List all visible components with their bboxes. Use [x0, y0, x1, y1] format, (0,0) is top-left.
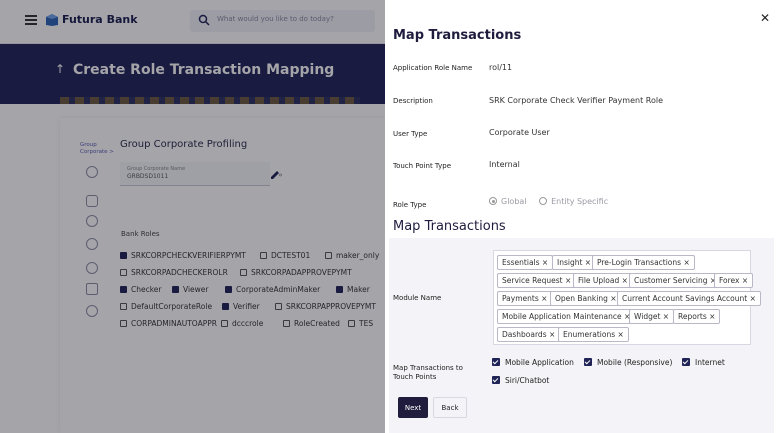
- modal-overlay[interactable]: [0, 0, 385, 433]
- module-tag[interactable]: Essentials ×: [497, 255, 554, 270]
- module-tag[interactable]: Mobile Application Maintenance ×: [497, 309, 636, 324]
- application-role-name-value: rol/11: [489, 63, 513, 72]
- touch-point-checkbox[interactable]: Siri/Chatbot: [492, 376, 549, 385]
- module-tag[interactable]: Pre-Login Transactions ×: [592, 255, 695, 270]
- map-transactions-drawer: ✕ Map Transactions Application Role Name…: [385, 0, 778, 433]
- role-type-label: Role Type: [393, 201, 427, 209]
- user-type-value: Corporate User: [489, 128, 550, 137]
- touch-point-label: Mobile Application: [505, 358, 574, 367]
- user-type-label: User Type: [393, 130, 428, 138]
- radio-global-label: Global: [501, 197, 527, 206]
- module-tag[interactable]: Service Request ×: [497, 273, 577, 288]
- description-label: Description: [393, 97, 433, 105]
- touch-point-type-value: Internal: [489, 160, 520, 169]
- module-tag[interactable]: Forex ×: [714, 273, 754, 288]
- module-tag[interactable]: Widget ×: [629, 309, 675, 324]
- radio-selected-icon: [489, 197, 497, 205]
- touch-point-checkbox[interactable]: Mobile Application: [492, 358, 574, 367]
- role-type-options: Global Entity Specific: [489, 197, 608, 206]
- module-tag[interactable]: Current Account Savings Account ×: [617, 291, 761, 306]
- background-page: Futura Bank What would you like to do to…: [0, 0, 385, 433]
- touch-point-checkbox[interactable]: Mobile (Responsive): [584, 358, 672, 367]
- radio-global[interactable]: Global: [489, 197, 527, 206]
- back-button[interactable]: Back: [433, 397, 467, 418]
- module-tag[interactable]: Insight ×: [552, 255, 597, 270]
- radio-unselected-icon: [539, 197, 548, 205]
- module-tag[interactable]: Enumerations ×: [558, 327, 629, 342]
- description-value: SRK Corporate Check Verifier Payment Rol…: [489, 96, 663, 105]
- radio-entity-specific[interactable]: Entity Specific: [539, 197, 608, 206]
- checkbox-checked[interactable]: [584, 358, 592, 366]
- module-tag[interactable]: Customer Servicing ×: [629, 273, 722, 288]
- next-button[interactable]: Next: [398, 397, 428, 418]
- module-name-label: Module Name: [393, 294, 442, 302]
- module-tag[interactable]: Dashboards ×: [497, 327, 561, 342]
- touch-point-label: Internet: [695, 358, 725, 367]
- close-icon[interactable]: ✕: [760, 11, 770, 25]
- touch-point-checkbox[interactable]: Internet: [682, 358, 725, 367]
- module-multiselect[interactable]: Essentials × Insight × Pre-Login Transac…: [493, 250, 761, 345]
- application-role-name-label: Application Role Name: [393, 64, 473, 72]
- module-tag[interactable]: Payments ×: [497, 291, 553, 306]
- map-transactions-subheading: Map Transactions: [393, 219, 506, 234]
- module-tag[interactable]: File Upload ×: [573, 273, 633, 288]
- touch-point-type-label: Touch Point Type: [393, 162, 451, 170]
- checkbox-checked[interactable]: [682, 358, 690, 366]
- module-tag[interactable]: Open Banking ×: [550, 291, 622, 306]
- drawer-title: Map Transactions: [393, 28, 522, 43]
- radio-entity-specific-label: Entity Specific: [551, 197, 609, 206]
- module-tag[interactable]: Reports ×: [673, 309, 721, 324]
- checkbox-checked[interactable]: [492, 376, 500, 384]
- checkbox-checked[interactable]: [492, 358, 500, 366]
- touch-point-label: Siri/Chatbot: [505, 376, 550, 385]
- touch-point-label: Mobile (Responsive): [597, 358, 673, 367]
- touch-points-label: Map Transactions to Touch Points: [393, 364, 463, 381]
